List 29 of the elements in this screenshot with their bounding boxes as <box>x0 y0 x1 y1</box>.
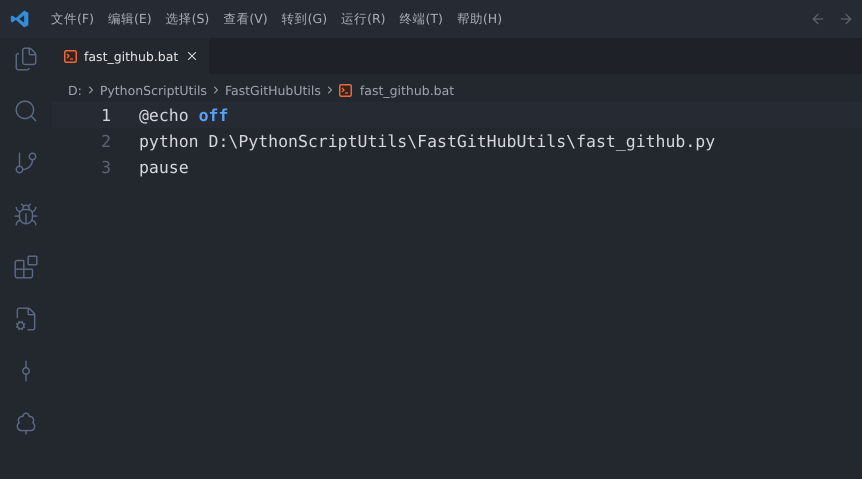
back-icon[interactable] <box>810 11 826 27</box>
editor-tab[interactable]: fast_github.bat <box>52 38 210 74</box>
menu-item[interactable]: 终端(T) <box>392 8 450 30</box>
line-number: 3 <box>100 158 112 176</box>
search-icon[interactable] <box>13 98 39 124</box>
code-line: pause <box>139 158 189 176</box>
files-icon[interactable] <box>13 46 39 72</box>
menu-item[interactable]: 选择(S) <box>158 8 216 30</box>
menu-item[interactable]: 运行(R) <box>334 8 393 30</box>
breadcrumb-item[interactable]: D: <box>68 82 82 98</box>
menu-item[interactable]: 转到(G) <box>274 8 334 30</box>
run-debug-icon[interactable] <box>13 202 39 228</box>
menu-item[interactable]: 帮助(H) <box>450 8 510 30</box>
line-number: 2 <box>100 132 112 150</box>
breadcrumb-item[interactable]: PythonScriptUtils <box>100 82 207 98</box>
breadcrumb-item[interactable]: fast_github.bat <box>360 82 454 98</box>
code-line: python D:\PythonScriptUtils\FastGitHubUtils\fast_github.py <box>139 132 716 150</box>
extensions-icon[interactable] <box>13 254 39 280</box>
menu-item[interactable]: 查看(V) <box>216 8 275 30</box>
logo-icon <box>10 9 30 29</box>
line-number: 1 <box>100 106 112 124</box>
forward-icon[interactable] <box>838 11 854 27</box>
source-control-icon[interactable] <box>13 150 39 176</box>
terminal-file-icon <box>338 84 352 96</box>
menu-item[interactable]: 文件(F) <box>44 8 101 30</box>
menu-item[interactable]: 编辑(E) <box>100 8 159 30</box>
code-line: @echo off <box>139 106 228 124</box>
terminal-file-icon <box>64 50 77 62</box>
breadcrumb-item[interactable]: FastGitHubUtils <box>224 82 321 98</box>
